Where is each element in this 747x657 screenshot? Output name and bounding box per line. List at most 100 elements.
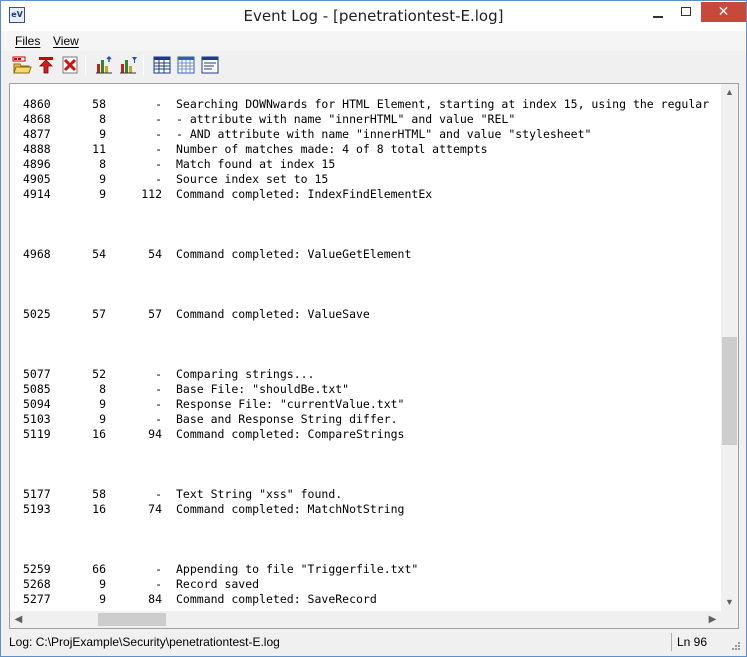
log-delta: 16 bbox=[92, 502, 106, 516]
log-message: Text String "xss" found. bbox=[176, 487, 343, 501]
log-message: Source index set to 15 bbox=[176, 172, 329, 186]
close-log-icon[interactable] bbox=[60, 55, 80, 75]
log-duration: - bbox=[155, 487, 162, 501]
close-button[interactable]: ✕ bbox=[701, 2, 746, 22]
vertical-scroll-thumb[interactable] bbox=[722, 337, 737, 445]
log-view[interactable]: 4860 58- Searching DOWNwards for HTML Elem… bbox=[9, 83, 739, 629]
menu-view[interactable]: View bbox=[53, 34, 79, 48]
log-index: 5119 bbox=[23, 427, 51, 441]
log-delta: 66 bbox=[92, 562, 106, 576]
log-message: Command completed: CompareStrings bbox=[176, 427, 405, 441]
horizontal-scroll-thumb[interactable] bbox=[98, 613, 166, 626]
log-delta: 9 bbox=[99, 592, 106, 606]
log-delta: 9 bbox=[99, 172, 106, 186]
log-delta: 8 bbox=[99, 157, 106, 171]
log-duration: 74 bbox=[148, 502, 162, 516]
log-message: Response File: "currentValue.txt" bbox=[176, 397, 405, 411]
log-message: Base and Response String differ. bbox=[176, 412, 398, 426]
status-line-number: Ln 96 bbox=[677, 635, 708, 649]
chart-icon[interactable] bbox=[94, 55, 114, 75]
scroll-up-icon[interactable]: ▲ bbox=[721, 84, 738, 101]
log-delta: 11 bbox=[92, 142, 106, 156]
scrollbar-corner bbox=[721, 611, 738, 628]
log-message: Number of matches made: 4 of 8 total att… bbox=[176, 142, 488, 156]
log-duration: 94 bbox=[148, 427, 162, 441]
log-index: 5077 bbox=[23, 367, 51, 381]
log-message: Match found at index 15 bbox=[176, 157, 336, 171]
vertical-scrollbar[interactable]: ▲ ▼ bbox=[721, 84, 738, 611]
log-duration: - bbox=[155, 142, 162, 156]
log-index: 4860 bbox=[23, 97, 51, 111]
log-delta: 52 bbox=[92, 367, 106, 381]
toolbar-separator bbox=[85, 55, 86, 75]
log-message: Record saved bbox=[176, 577, 260, 591]
log-duration: - bbox=[155, 157, 162, 171]
log-duration: 54 bbox=[148, 247, 162, 261]
log-message: Command completed: ValueGetElement bbox=[176, 247, 412, 261]
log-index: 5085 bbox=[23, 382, 51, 396]
log-delta: 8 bbox=[99, 112, 106, 126]
upload-icon[interactable] bbox=[36, 55, 56, 75]
log-duration: - bbox=[155, 127, 162, 141]
log-duration: 84 bbox=[148, 592, 162, 606]
grid-view-icon[interactable] bbox=[152, 55, 172, 75]
text-view-icon[interactable] bbox=[200, 55, 220, 75]
log-duration: 112 bbox=[141, 187, 162, 201]
log-delta: 16 bbox=[92, 427, 106, 441]
window-title: Event Log - [penetrationtest-E.log] bbox=[243, 7, 504, 25]
log-message: Command completed: MatchNotString bbox=[176, 502, 405, 516]
log-message: Searching DOWNwards for HTML Element, st… bbox=[176, 97, 710, 111]
resize-grip-icon[interactable] bbox=[729, 639, 741, 651]
log-index: 5025 bbox=[23, 307, 51, 321]
log-duration: - bbox=[155, 562, 162, 576]
menu-files[interactable]: Files bbox=[15, 34, 40, 48]
toolbar bbox=[1, 51, 746, 79]
chart-filter-icon[interactable] bbox=[118, 55, 138, 75]
title-bar[interactable]: eV Event Log - [penetrationtest-E.log] ✕ bbox=[1, 1, 746, 31]
log-duration: - bbox=[155, 172, 162, 186]
log-message: Appending to file "Triggerfile.txt" bbox=[176, 562, 419, 576]
maximize-button[interactable] bbox=[672, 2, 699, 22]
log-duration: - bbox=[155, 112, 162, 126]
log-duration: - bbox=[155, 382, 162, 396]
log-delta: 57 bbox=[92, 307, 106, 321]
log-index: 5103 bbox=[23, 412, 51, 426]
menu-view-label: View bbox=[53, 34, 79, 48]
log-index: 5193 bbox=[23, 502, 51, 516]
log-delta: 9 bbox=[99, 397, 106, 411]
log-duration: - bbox=[155, 97, 162, 111]
log-index: 4968 bbox=[23, 247, 51, 261]
minimize-icon bbox=[652, 15, 663, 18]
log-duration: - bbox=[155, 412, 162, 426]
scroll-down-icon[interactable]: ▼ bbox=[721, 594, 738, 611]
log-index: 4888 bbox=[23, 142, 51, 156]
log-delta: 9 bbox=[99, 577, 106, 591]
log-message: Command completed: SaveRecord bbox=[176, 592, 377, 606]
toolbar-separator bbox=[143, 55, 144, 75]
log-index: 5268 bbox=[23, 577, 51, 591]
log-delta: 58 bbox=[92, 487, 106, 501]
menu-bar: Files View bbox=[1, 31, 746, 51]
table-view-icon[interactable] bbox=[176, 55, 196, 75]
scroll-left-icon[interactable]: ◀ bbox=[10, 611, 27, 628]
scroll-right-icon[interactable]: ▶ bbox=[704, 611, 721, 628]
log-duration: 57 bbox=[148, 307, 162, 321]
log-index: 4905 bbox=[23, 172, 51, 186]
log-duration: - bbox=[155, 367, 162, 381]
log-index: 4914 bbox=[23, 187, 51, 201]
status-log-path: Log: C:\ProjExample\Security\penetration… bbox=[9, 635, 280, 649]
log-index: 5277 bbox=[23, 592, 51, 606]
log-index: 4868 bbox=[23, 112, 51, 126]
maximize-icon bbox=[680, 7, 691, 16]
log-index: 4877 bbox=[23, 127, 51, 141]
status-bar: Log: C:\ProjExample\Security\penetration… bbox=[1, 631, 746, 656]
log-message: Base File: "shouldBe.txt" bbox=[176, 382, 350, 396]
menu-files-label: Files bbox=[15, 34, 41, 48]
log-delta: 54 bbox=[92, 247, 106, 261]
log-message: - AND attribute with name "innerHTML" an… bbox=[176, 127, 592, 141]
open-log-icon[interactable] bbox=[12, 55, 32, 75]
log-message: Command completed: ValueSave bbox=[176, 307, 370, 321]
log-index: 5259 bbox=[23, 562, 51, 576]
horizontal-scrollbar[interactable]: ◀ ▶ bbox=[10, 611, 721, 628]
minimize-button[interactable] bbox=[644, 2, 671, 22]
